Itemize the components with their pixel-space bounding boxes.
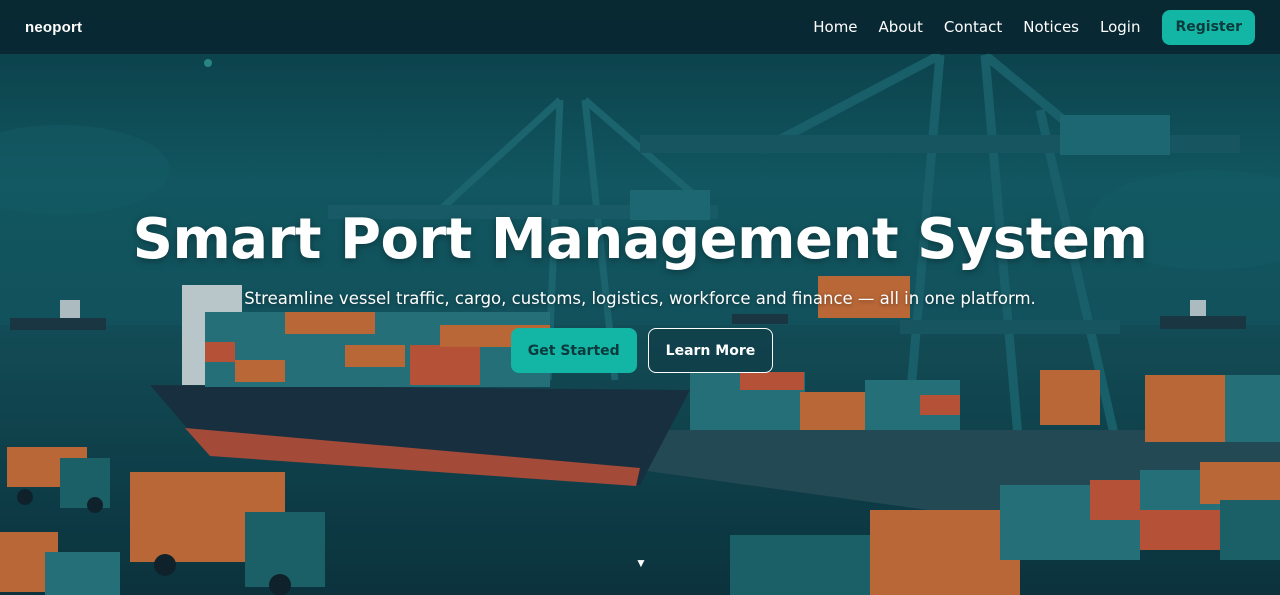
- nav-link-about[interactable]: About: [879, 18, 923, 36]
- nav-link-login[interactable]: Login: [1100, 18, 1140, 36]
- register-button[interactable]: Register: [1162, 9, 1255, 45]
- hero-title: Smart Port Management System: [132, 207, 1148, 272]
- get-started-button[interactable]: Get Started: [510, 328, 637, 373]
- nav-link-notices[interactable]: Notices: [1023, 18, 1079, 36]
- nav-link-contact[interactable]: Contact: [944, 18, 1002, 36]
- nav-link-home[interactable]: Home: [813, 18, 857, 36]
- learn-more-button[interactable]: Learn More: [647, 328, 774, 373]
- hero-subtitle: Streamline vessel traffic, cargo, custom…: [244, 289, 1036, 308]
- top-navbar: neoport Home About Contact Notices Login…: [0, 0, 1280, 54]
- brand-logo[interactable]: neoport: [25, 19, 82, 36]
- scroll-down-icon[interactable]: ▼: [634, 556, 648, 570]
- nav-links: Home About Contact Notices Login Registe…: [792, 9, 1255, 45]
- hero-actions: Get Started Learn More: [0, 328, 1280, 373]
